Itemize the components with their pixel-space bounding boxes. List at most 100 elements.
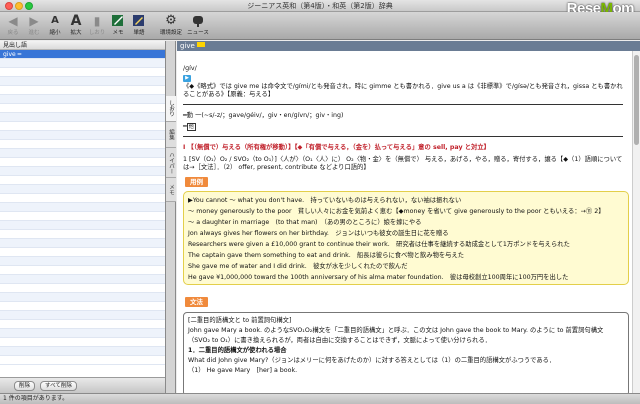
- list-header: 見出し語: [0, 41, 165, 50]
- app-window: ジーニアス英和（第4版）・和英（第2版）辞典 ReseMom ◀ 戻る ▶ 進む…: [0, 0, 640, 404]
- list-item: [0, 113, 165, 122]
- example-line: Jon always gives her flowers on her birt…: [188, 230, 449, 237]
- list-item: [0, 311, 165, 320]
- shrink-button[interactable]: A 縮小: [45, 13, 65, 39]
- verb-mark: ━動: [183, 112, 194, 119]
- wordbook-button[interactable]: 単語: [129, 13, 149, 39]
- list-item: [0, 275, 165, 284]
- list-item: [0, 131, 165, 140]
- example-line: She gave me of water and I did drink. 彼女…: [188, 263, 408, 270]
- entry-view: give /ɡív/ ▶ 《◆《略式》では give me は命令文で/ɡími…: [177, 41, 640, 393]
- list-footer: 削除 すべて削除: [0, 377, 165, 393]
- pen-icon: [108, 13, 128, 29]
- list-item: [0, 68, 165, 77]
- forward-button[interactable]: ▶ 進む: [24, 13, 44, 39]
- list-item: [0, 239, 165, 248]
- list-item: [0, 257, 165, 266]
- vertical-scrollbar[interactable]: [632, 51, 640, 393]
- side-tab-strip: しおり 編集 ハイパー メモ: [166, 41, 176, 393]
- example-line: ▶You cannot ～ what you don't have. 持っていな…: [188, 197, 462, 204]
- window-title: ジーニアス英和（第4版）・和英（第2版）辞典: [247, 2, 393, 10]
- example-line: ～ money generously to the poor 貧しい人々にお金を…: [188, 208, 605, 215]
- list-item: [0, 284, 165, 293]
- list-item-selected[interactable]: give ━: [0, 50, 165, 59]
- tab-edit[interactable]: 編集: [166, 122, 176, 148]
- delete-button[interactable]: 削除: [14, 381, 36, 391]
- grammar-line: [二重目的語構文と to 前置詞句構文]: [188, 317, 292, 324]
- toolbar: ◀ 戻る ▶ 進む A 縮小 A 拡大 ▮ しおり メモ 単語 ⚙ 環境設定 ニ…: [0, 12, 640, 40]
- tab-hyper[interactable]: ハイパー: [166, 148, 176, 178]
- list-item: [0, 158, 165, 167]
- divider: [183, 136, 623, 137]
- example-line: The captain gave them something to eat a…: [188, 252, 465, 259]
- large-a-icon: A: [70, 13, 82, 29]
- grammar-line: （SVO₂ to O₁）に書き換えられるが，両者は自由に交換することはできず，文…: [188, 337, 492, 344]
- example-line: ～ a daughter in marriage (to that man) （…: [188, 219, 422, 226]
- tab-bookmarks[interactable]: しおり: [166, 96, 176, 122]
- headword-bar: give: [177, 41, 640, 51]
- close-window-icon[interactable]: [5, 2, 13, 10]
- pronunciation-play-button[interactable]: ▶: [183, 74, 191, 82]
- list-item: [0, 203, 165, 212]
- list-item: [0, 167, 165, 176]
- verb-forms: 一(~s/-z/；gave/ɡéiv/，giv・en/ɡívn/；giv・ing…: [195, 112, 344, 119]
- settings-button[interactable]: ⚙ 環境設定: [158, 13, 184, 39]
- list-item: [0, 221, 165, 230]
- speaker-icon: ▶: [183, 75, 191, 82]
- sense-heading: I 【（無償で）与える（所有権が移動）】【◆「有償で与える，（金を）払って与える…: [183, 144, 490, 151]
- grammar-line: John gave Mary a book. のようなSVO₁O₂構文を「二重目…: [188, 327, 604, 334]
- mailbox-icon: [186, 13, 210, 29]
- right-arrow-icon: ▶: [29, 14, 39, 28]
- list-item: [0, 122, 165, 131]
- list-item: [0, 266, 165, 275]
- list-item: [0, 329, 165, 338]
- divider: [183, 104, 623, 105]
- examples-box: ▶You cannot ～ what you don't have. 持っていな…: [183, 191, 629, 285]
- grammar-label: 文法: [185, 297, 208, 307]
- minimize-window-icon[interactable]: [15, 2, 23, 10]
- example-line: He gave ¥1,000,000 toward the 100th anni…: [188, 274, 569, 281]
- part-of-speech-line: ━ 他: [183, 123, 196, 131]
- sense-definition: 1 [SV（O₁）O₂ / SVO₂（to O₁）]〈人が〉（O₁〈人〉に） O…: [183, 156, 623, 171]
- example-line: Researchers were given a £10,000 grant t…: [188, 241, 570, 248]
- list-item: [0, 356, 165, 365]
- scrollbar-thumb[interactable]: [634, 55, 639, 145]
- grammar-box: [二重目的語構文と to 前置詞句構文] John gave Mary a bo…: [183, 312, 629, 393]
- list-item: [0, 149, 165, 158]
- list-item: [0, 194, 165, 203]
- bookmark-button[interactable]: ▮ しおり: [87, 13, 107, 39]
- memo-button[interactable]: メモ: [108, 13, 128, 39]
- delete-all-button[interactable]: すべて削除: [40, 381, 77, 391]
- list-item: [0, 230, 165, 239]
- small-a-icon: A: [51, 15, 59, 26]
- gear-icon: ⚙: [165, 13, 177, 28]
- list-item: [0, 59, 165, 68]
- title-bar: ジーニアス英和（第4版）・和英（第2版）辞典 ReseMom: [0, 0, 640, 17]
- headword-rank-icon: [196, 42, 205, 47]
- entry-content: /ɡív/ ▶ 《◆《略式》では give me は命令文で/ɡími/とも発音…: [177, 51, 632, 393]
- back-button[interactable]: ◀ 戻る: [3, 13, 23, 39]
- enlarge-button[interactable]: A 拡大: [66, 13, 86, 39]
- bookmark-icon: ▮: [93, 14, 101, 28]
- grammar-line: What did John give Mary?（ジョンはメリーに何をあげたのか…: [188, 357, 556, 364]
- headword-history-list: 見出し語 give ━ 削除 すべて削除: [0, 41, 166, 393]
- list-item: [0, 185, 165, 194]
- list-item: [0, 104, 165, 113]
- left-arrow-icon: ◀: [8, 14, 18, 28]
- list-item: [0, 248, 165, 257]
- list-item: [0, 320, 165, 329]
- status-bar: 1 件の項目があります。: [0, 393, 640, 404]
- list-item: [0, 86, 165, 95]
- examples-label: 用例: [185, 177, 208, 187]
- entry-note: 《◆《略式》では give me は命令文で/ɡími/とも発音され，時に gi…: [183, 83, 623, 98]
- zoom-window-icon[interactable]: [25, 2, 33, 10]
- list-item: [0, 140, 165, 149]
- pronunciation: /ɡív/: [183, 65, 197, 72]
- news-button[interactable]: ニュース: [186, 13, 210, 39]
- list-item: [0, 302, 165, 311]
- list-item: [0, 338, 165, 347]
- list-item: [0, 293, 165, 302]
- tab-memo[interactable]: メモ: [166, 178, 176, 202]
- list-item: [0, 176, 165, 185]
- list-item: [0, 347, 165, 356]
